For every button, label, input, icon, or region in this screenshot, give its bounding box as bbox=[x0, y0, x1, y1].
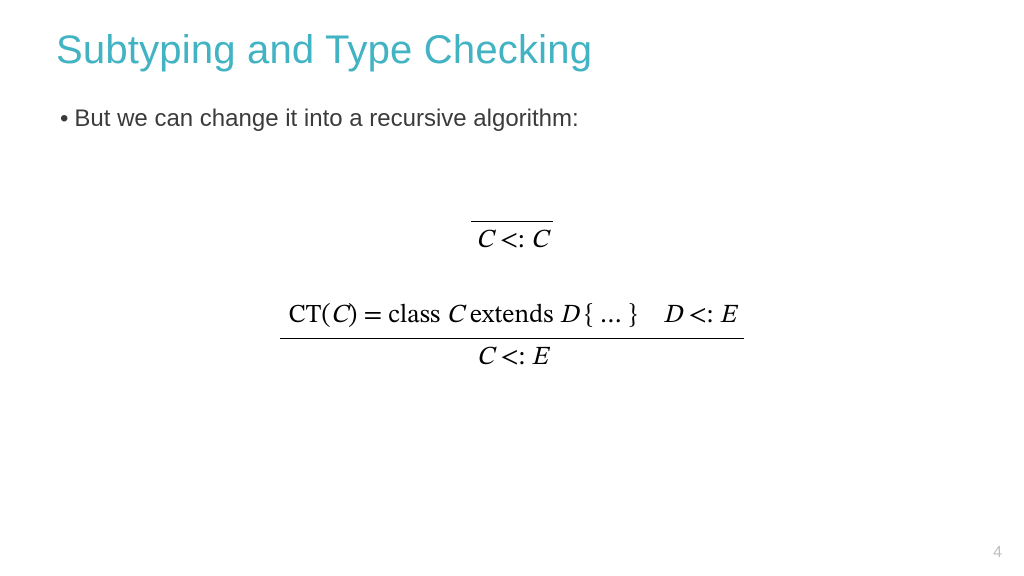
var-E: E bbox=[719, 303, 735, 329]
rel-subtype: <: bbox=[682, 303, 719, 329]
fn-CT: CT bbox=[288, 303, 321, 329]
class-body: { … } bbox=[579, 303, 637, 329]
kw-class: class bbox=[388, 303, 446, 329]
var-C: C bbox=[476, 345, 493, 371]
var-C: C bbox=[476, 228, 493, 254]
premise-ct-lookup: CT(C) = class C extends D { … } bbox=[288, 301, 637, 332]
rule1-premises bbox=[504, 191, 520, 217]
bullet-marker: • bbox=[60, 103, 68, 135]
slide-title: Subtyping and Type Checking bbox=[56, 28, 968, 73]
bullet-text: But we can change it into a recursive al… bbox=[74, 103, 578, 135]
rule2-conclusion: C <: E bbox=[476, 341, 547, 374]
var-C: C bbox=[446, 303, 463, 329]
page-number: 4 bbox=[993, 544, 1002, 562]
var-D: D bbox=[663, 303, 682, 329]
rule2-premises: CT(C) = class C extends D { … } D <: E bbox=[280, 301, 743, 334]
kw-extends: extends bbox=[464, 303, 560, 329]
inference-rules: C <: C CT(C) = class C extends D { … } D… bbox=[56, 191, 968, 375]
rel-subtype: <: bbox=[493, 228, 530, 254]
rule1-conclusion: C <: C bbox=[476, 224, 548, 257]
lparen: ( bbox=[321, 303, 330, 329]
rel-subtype: <: bbox=[494, 345, 531, 371]
rparen: ) bbox=[348, 303, 357, 329]
bullet-item: • But we can change it into a recursive … bbox=[60, 103, 968, 135]
eq: = bbox=[357, 303, 388, 329]
var-C: C bbox=[531, 228, 548, 254]
var-C: C bbox=[331, 303, 348, 329]
var-D: D bbox=[560, 303, 579, 329]
slide: Subtyping and Type Checking • But we can… bbox=[0, 0, 1024, 576]
rule-reflexivity: C <: C bbox=[471, 191, 553, 257]
premise-d-sub-e: D <: E bbox=[663, 301, 736, 332]
rule-step: CT(C) = class C extends D { … } D <: E C… bbox=[280, 301, 743, 374]
rule2-bar bbox=[280, 338, 743, 339]
var-E: E bbox=[531, 345, 547, 371]
rule1-bar bbox=[471, 221, 553, 222]
